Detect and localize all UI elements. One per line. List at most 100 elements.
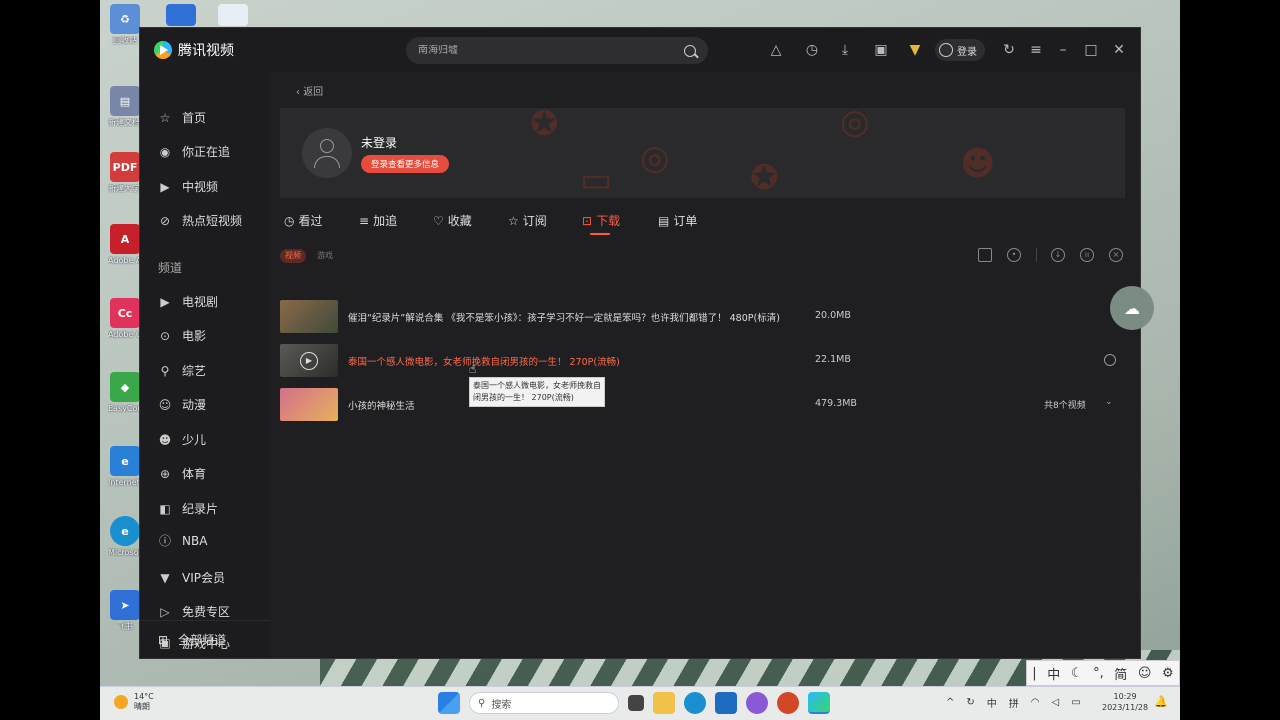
chevron-up-icon[interactable]: ^ [946,697,954,708]
search-bar[interactable] [406,37,708,64]
desktop-icon-creative[interactable]: Cc Adobe Creative [108,298,142,339]
all-channels-button[interactable]: ⊞ 全部频道 [140,620,270,658]
sidebar-item-tv[interactable]: ▶ 电视剧 [158,293,218,310]
camera-icon: ◧ [159,501,171,516]
volume-icon[interactable]: ◁ [1052,697,1060,708]
sidebar-item-nba[interactable]: ⓘ NBA [158,534,207,548]
sidebar-item-free[interactable]: ▷ 免费专区 [158,603,230,620]
edge-icon[interactable] [684,692,706,714]
desktop-icon-edge[interactable]: e Microsoft Edge [108,516,142,557]
powerpoint-icon[interactable] [777,692,799,714]
settings-icon[interactable]: ⚙ [1162,666,1174,681]
notification-bell-icon[interactable]: 🔔 [1154,695,1168,708]
ime-mode[interactable]: 中 [1047,664,1060,683]
tray-pinyin[interactable]: 拼 [1009,695,1019,710]
store-icon[interactable] [715,692,737,714]
cloud-icon[interactable]: △ [767,41,785,59]
taskbar-apps: ⚲ 搜索 [438,692,830,714]
clear-icon[interactable]: × [1109,248,1123,262]
refresh-icon[interactable]: ↻ [1000,41,1018,59]
sidebar-item-anime[interactable]: ☺ 动漫 [158,396,206,413]
back-link[interactable]: ‹ 返回 [296,83,323,98]
tencent-video-taskbar-icon[interactable] [808,692,830,714]
ime-script[interactable]: 简 [1114,664,1127,683]
history-icon[interactable]: ◷ [803,41,821,59]
download-row[interactable]: 催泪“纪录片”解说合集 《我不是笨小孩》：孩子学习不好一定就是笨吗？也许我们都错… [280,300,1125,336]
minimize-icon[interactable]: – [1054,41,1072,59]
wifi-icon[interactable]: ◠ [1031,697,1040,708]
download-row[interactable]: 小孩的神秘生活 479.3MB 共8个视频 ⌄ [280,388,1125,424]
app-logo[interactable]: 腾讯视频 [154,40,234,60]
desktop-icon-recycle-bin[interactable]: ♻ 回收站 [108,4,142,45]
desktop-icon-partial-2[interactable] [218,4,248,26]
desktop-icon-ie[interactable]: e Internet Explorer [108,446,142,487]
ime-handle-icon[interactable]: | [1032,666,1036,681]
search-input[interactable] [418,45,684,56]
login-button[interactable]: 登录 [935,39,985,61]
download-row[interactable]: ▶ 泰国一个感人微电影，女老师挽救自闭男孩的一生！ 270P(流畅) 22.1M… [280,344,1125,380]
start-icon[interactable] [438,692,460,714]
subtab-game[interactable]: 游戏 [312,249,338,263]
sidebar-item-kids[interactable]: ☻ 少儿 [158,431,206,448]
sidebar-item-following[interactable]: ◉ 你正在追 [158,143,230,160]
tab-follow[interactable]: ≡ 加追 [359,212,397,229]
copilot-icon[interactable] [746,692,768,714]
weather-text: 晴朗 [134,702,150,711]
search-icon[interactable] [684,44,696,57]
sun-icon [114,695,128,709]
tab-download[interactable]: ⊡ 下载 [582,212,620,229]
file-explorer-icon[interactable] [653,692,675,714]
task-view-icon[interactable] [628,695,644,711]
sidebar: ☆ 首页 ◉ 你正在追 ▶ 中视频 ⊘ 热点短视频 频道 ▶ 电视剧 ⊙ 电影 … [140,72,270,658]
profile-avatar[interactable] [302,128,352,178]
sidebar-item-sports[interactable]: ⊕ 体育 [158,465,206,482]
play-circle-icon[interactable] [1104,354,1116,366]
moon-icon[interactable]: ☾ [1071,666,1083,681]
profile-banner: ✪ ◎ ✪ ◎ ☻ ▭ 未登录 登录查看更多信息 [280,108,1125,198]
sidebar-item-movie[interactable]: ⊙ 电影 [158,327,206,344]
active-tab-indicator [590,233,610,235]
sidebar-item-home[interactable]: ☆ 首页 [158,109,206,126]
folder-icon[interactable] [978,248,992,262]
tab-subscribe[interactable]: ☆ 订阅 [508,212,547,229]
sidebar-item-variety[interactable]: ⚲ 综艺 [158,362,206,379]
emoji-icon[interactable]: ☺ [1138,666,1152,681]
tray-input-mode[interactable]: 中 [987,695,997,710]
sidebar-item-short-video[interactable]: ⊘ 热点短视频 [158,212,242,229]
menu-icon[interactable]: ≡ [1027,41,1045,59]
vip-icon[interactable]: ▼ [906,41,924,59]
chevron-down-icon[interactable]: ⌄ [1105,397,1113,407]
tab-orders[interactable]: ▤ 订单 [658,212,697,229]
taskbar-search[interactable]: ⚲ 搜索 [469,692,619,714]
user-avatar-icon [939,43,953,57]
login-more-info-button[interactable]: 登录查看更多信息 [361,155,450,173]
game-icon[interactable]: ▣ [872,41,890,59]
desktop-icon-pdf[interactable]: PDF 新建大学 报告 [108,152,142,193]
desktop-icon-doc[interactable]: ▤ 新建文档 2023-1 [108,86,142,127]
sidebar-item-label: NBA [182,534,208,548]
desktop-icon-partial-1[interactable] [166,4,196,26]
sidebar-item-mid-video[interactable]: ▶ 中视频 [158,178,218,195]
download-all-icon[interactable]: ↓ [1051,248,1065,262]
clock[interactable]: 10:29 2023/11/28 [1102,691,1148,713]
sidebar-item-label: 中视频 [182,180,219,194]
weather-widget[interactable]: 14°C 晴朗 [114,692,154,712]
punctuation-icon[interactable]: °, [1093,666,1104,681]
download-icon[interactable]: ⤓ [836,41,854,59]
desktop-icon-feishu[interactable]: ➤ 飞书 [108,590,142,631]
settings-icon[interactable]: • [1007,248,1021,262]
maximize-icon[interactable]: □ [1082,41,1100,59]
tab-favorites[interactable]: ♡ 收藏 [433,212,472,229]
sync-icon[interactable]: ↻ [966,697,974,708]
battery-icon[interactable]: ▭ [1071,697,1080,708]
desktop-icon-acrobat[interactable]: A Adobe Acrobat [108,224,142,265]
sidebar-item-vip[interactable]: ▼ VIP会员 [158,569,225,586]
desktop-icon-easyconn[interactable]: ◆ EasyConn [108,372,142,413]
sidebar-item-documentary[interactable]: ◧ 纪录片 [158,500,218,517]
heart-icon: ♡ [433,213,444,228]
tab-watched[interactable]: ◷ 看过 [284,212,323,229]
close-icon[interactable]: ✕ [1110,41,1128,59]
pause-all-icon[interactable]: ıı [1080,248,1094,262]
subtab-video[interactable]: 视频 [280,249,306,263]
floating-assistant-button[interactable]: ☁ [1110,286,1154,330]
